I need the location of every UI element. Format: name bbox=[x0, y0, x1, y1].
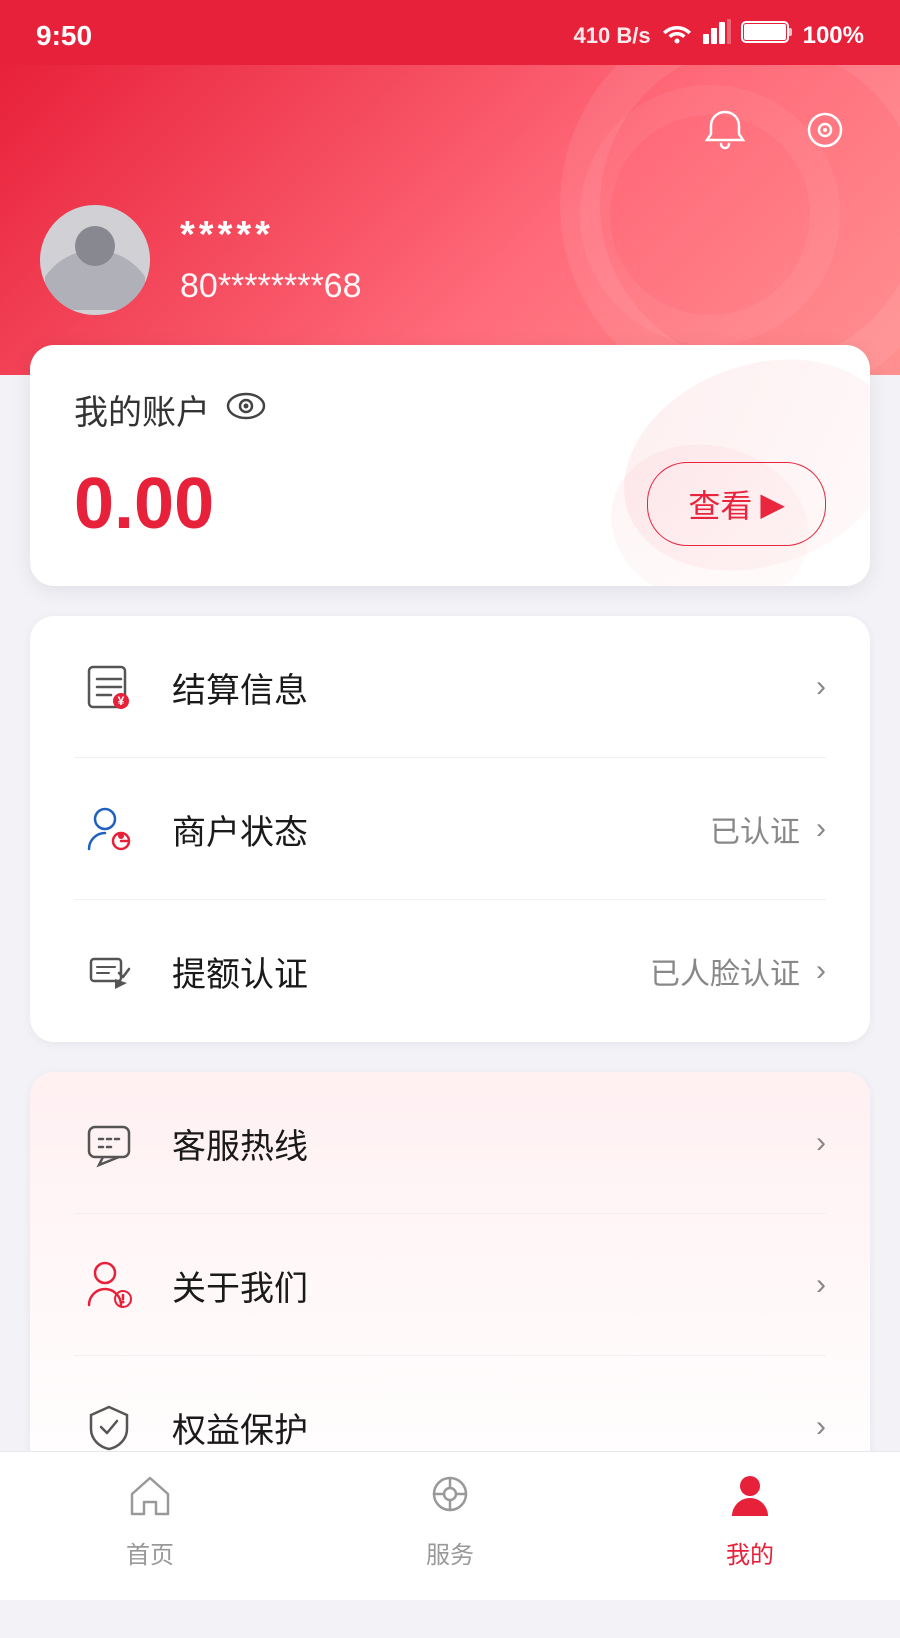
profile-name: ***** bbox=[180, 214, 362, 257]
upgrade-arrow: › bbox=[816, 954, 826, 988]
service-title: 客服热线 bbox=[172, 1119, 816, 1168]
merchant-title: 商户状态 bbox=[172, 805, 710, 854]
status-right: 410 B/s 100% bbox=[574, 18, 864, 53]
mine-icon bbox=[726, 1472, 774, 1527]
settlement-arrow: › bbox=[816, 670, 826, 704]
svg-text:¥: ¥ bbox=[118, 694, 125, 708]
wifi-icon bbox=[661, 20, 693, 51]
bottom-nav: 首页 服务 我的 bbox=[0, 1451, 900, 1600]
merchant-icon bbox=[74, 794, 144, 864]
account-label-row: 我的账户 bbox=[74, 385, 826, 434]
battery-icon bbox=[741, 19, 793, 52]
avatar[interactable] bbox=[40, 205, 150, 315]
about-icon bbox=[74, 1250, 144, 1320]
upgrade-title: 提额认证 bbox=[172, 947, 650, 996]
nav-item-mine[interactable]: 我的 bbox=[690, 1472, 810, 1570]
notification-button[interactable] bbox=[690, 95, 760, 165]
service-arrow: › bbox=[816, 1126, 826, 1160]
menu-item-merchant[interactable]: 商户状态 已认证 › bbox=[30, 758, 870, 900]
merchant-status: 已认证 bbox=[710, 807, 800, 851]
upgrade-status: 已人脸认证 bbox=[650, 949, 800, 993]
settlement-title: 结算信息 bbox=[172, 663, 816, 712]
account-bottom: 0.00 查看 ▶ bbox=[74, 462, 826, 546]
upgrade-icon bbox=[74, 936, 144, 1006]
signal-icon bbox=[703, 18, 731, 53]
home-icon bbox=[126, 1472, 174, 1527]
network-speed: 410 B/s bbox=[574, 23, 651, 49]
rights-arrow: › bbox=[816, 1410, 826, 1444]
nav-item-home[interactable]: 首页 bbox=[90, 1472, 210, 1570]
eye-icon[interactable] bbox=[226, 392, 266, 428]
menu-item-upgrade[interactable]: 提额认证 已人脸认证 › bbox=[30, 900, 870, 1042]
profile-info: ***** 80********68 bbox=[180, 214, 362, 306]
hero-icons bbox=[40, 95, 860, 165]
account-amount: 0.00 bbox=[74, 468, 214, 540]
menu-section-2: 客服热线 › 关于我们 › bbox=[30, 1072, 870, 1498]
hero-section: ***** 80********68 bbox=[0, 65, 900, 375]
about-title: 关于我们 bbox=[172, 1261, 816, 1310]
profile-id: 80********68 bbox=[180, 267, 362, 306]
status-bar: 9:50 410 B/s 100% bbox=[0, 0, 900, 65]
account-card: 我的账户 0.00 查看 ▶ bbox=[30, 345, 870, 586]
menu-item-settlement[interactable]: ¥ 结算信息 › bbox=[30, 616, 870, 758]
nav-service-label: 服务 bbox=[426, 1535, 474, 1570]
status-time: 9:50 bbox=[36, 20, 92, 52]
service-nav-icon bbox=[426, 1472, 474, 1527]
service-icon bbox=[74, 1108, 144, 1178]
menu-item-service[interactable]: 客服热线 › bbox=[30, 1072, 870, 1214]
rights-title: 权益保护 bbox=[172, 1403, 816, 1452]
account-label: 我的账户 bbox=[74, 385, 210, 434]
content-wrapper: ***** 80********68 我的账户 0.00 查看 ▶ bbox=[0, 65, 900, 1638]
scan-button[interactable] bbox=[790, 95, 860, 165]
nav-item-service[interactable]: 服务 bbox=[390, 1472, 510, 1570]
menu-section-1: ¥ 结算信息 › 商户状态 已认证 › bbox=[30, 616, 870, 1042]
merchant-arrow: › bbox=[816, 812, 826, 846]
about-arrow: › bbox=[816, 1268, 826, 1302]
nav-mine-label: 我的 bbox=[726, 1535, 774, 1570]
profile-row: ***** 80********68 bbox=[40, 205, 860, 315]
view-button[interactable]: 查看 ▶ bbox=[647, 462, 826, 546]
nav-home-label: 首页 bbox=[126, 1535, 174, 1570]
battery-percent: 100% bbox=[803, 22, 864, 50]
menu-item-about[interactable]: 关于我们 › bbox=[30, 1214, 870, 1356]
settlement-icon: ¥ bbox=[74, 652, 144, 722]
